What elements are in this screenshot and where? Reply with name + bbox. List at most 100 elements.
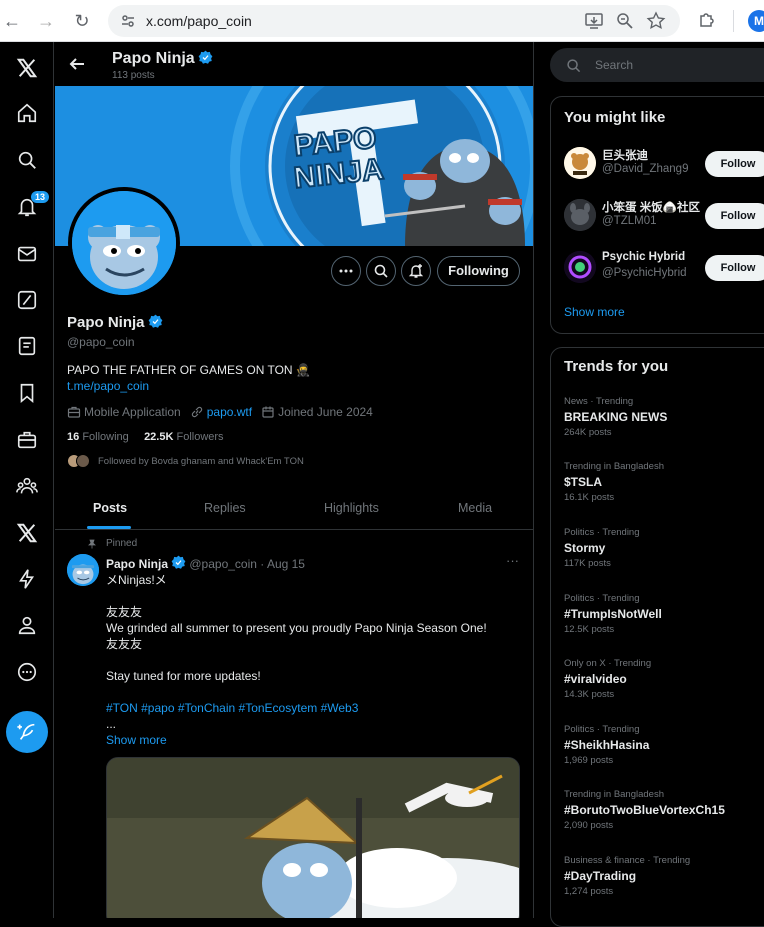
profile-icon[interactable] — [11, 609, 43, 641]
post-date[interactable]: · Aug 15 — [260, 557, 305, 571]
bell-plus-icon — [408, 264, 424, 278]
tab-replies[interactable]: Replies — [204, 501, 246, 515]
trend-item[interactable]: Politics · Trending #TrumpIsNotWell 12.5… — [564, 593, 764, 635]
trend-count: 264K posts — [564, 427, 612, 438]
profile-bio-link[interactable]: t.me/papo_coin — [67, 379, 149, 393]
psychic-avatar-image — [564, 251, 596, 283]
profile-stats: 16 Following 22.5K Followers — [67, 431, 224, 443]
link-icon — [191, 406, 202, 418]
post-hashtags[interactable]: #TON #papo #TonChain #TonEcosytem #Web3 — [106, 700, 521, 716]
forward-arrow-icon[interactable]: → — [34, 9, 58, 33]
trend-context: News · Trending — [564, 396, 634, 407]
bookmarks-icon[interactable] — [11, 377, 43, 409]
follow-button[interactable]: Follow — [705, 203, 764, 229]
install-app-icon[interactable] — [584, 11, 604, 31]
post-more-icon[interactable]: ··· — [506, 553, 519, 568]
more-icon[interactable] — [11, 656, 43, 688]
follow-button[interactable]: Follow — [705, 151, 764, 177]
trend-name: $TSLA — [564, 475, 603, 489]
trend-item[interactable]: Politics · Trending #SheikhHasina 1,969 … — [564, 724, 764, 766]
notify-toggle-button[interactable] — [401, 256, 431, 286]
post-line: メNinjas!メ — [106, 573, 167, 587]
trend-item[interactable]: Trending in Bangladesh $TSLA 16.1K posts… — [564, 461, 764, 503]
suggested-user[interactable]: Psychic Hybrid @PsychicHybrid Follow — [564, 247, 764, 287]
trend-count: 14.3K posts — [564, 689, 615, 700]
jobs-icon[interactable] — [11, 424, 43, 456]
followers-link[interactable]: 22.5K Followers — [144, 431, 224, 443]
following-link[interactable]: 16 Following — [67, 431, 129, 443]
post-ellipsis: ... — [106, 717, 117, 731]
suggested-user[interactable]: 巨头张迪 @David_Zhang9 Follow — [564, 143, 764, 183]
x-logo-icon[interactable] — [11, 52, 43, 84]
trend-count: 1,274 posts — [564, 886, 614, 897]
follow-button[interactable]: Follow — [705, 255, 764, 281]
suggested-user[interactable]: 小笨蛋 米饭🍙社区 @TZLM01 Follow — [564, 195, 764, 235]
address-bar[interactable]: x.com/papo_coin — [108, 5, 680, 37]
more-dots-icon — [339, 269, 353, 273]
trend-count: 117K posts — [564, 558, 611, 569]
post-author-avatar[interactable] — [67, 554, 99, 586]
zoom-icon[interactable] — [615, 11, 635, 31]
verified-badge-icon — [148, 314, 162, 328]
post-author-handle[interactable]: @papo_coin — [189, 557, 257, 571]
post-author-name[interactable]: Papo Ninja — [106, 557, 168, 571]
active-tab-indicator — [87, 526, 131, 529]
verified-orgs-icon[interactable] — [11, 563, 43, 595]
profile-handle: @papo_coin — [67, 335, 135, 349]
trend-item[interactable]: Only on X · Trending #viralvideo 14.3K p… — [564, 658, 764, 700]
trend-name: #TrumpIsNotWell — [564, 607, 662, 621]
user-name: Psychic Hybrid — [602, 251, 686, 263]
tab-highlights[interactable]: Highlights — [324, 501, 379, 515]
post-header: Papo Ninja @papo_coin · Aug 15 — [106, 555, 305, 571]
messages-icon[interactable] — [11, 238, 43, 270]
user-handle: @David_Zhang9 — [602, 163, 689, 175]
verified-badge-icon — [198, 50, 213, 64]
profile-avatar[interactable] — [68, 187, 180, 299]
browser-toolbar: ← → ↻ x.com/papo_coin M — [0, 0, 764, 42]
bookmark-star-icon[interactable] — [646, 11, 666, 31]
profile-joined-date: Joined June 2024 — [261, 405, 373, 419]
back-arrow-icon[interactable] — [67, 54, 87, 74]
home-icon[interactable] — [11, 97, 43, 129]
show-more-suggestions[interactable]: Show more — [564, 305, 625, 319]
profile-header-bar: Papo Ninja 113 posts — [55, 42, 533, 86]
more-options-button[interactable] — [331, 256, 361, 286]
extensions-icon[interactable] — [697, 10, 717, 30]
trend-name: #SheikhHasina — [564, 738, 650, 752]
tab-posts[interactable]: Posts — [93, 501, 127, 515]
back-arrow-icon[interactable]: ← — [0, 9, 24, 33]
search-input[interactable]: Search — [550, 48, 764, 82]
compose-post-button[interactable] — [6, 711, 48, 753]
post-line — [106, 684, 521, 700]
grok-icon[interactable] — [11, 284, 43, 316]
reload-icon[interactable]: ↻ — [70, 9, 94, 33]
trend-item[interactable]: News · Trending BREAKING NEWS 264K posts… — [564, 396, 764, 438]
tab-media[interactable]: Media — [458, 501, 492, 515]
post-media-image[interactable] — [106, 757, 520, 918]
user-avatar — [564, 199, 596, 231]
site-settings-icon[interactable] — [120, 13, 136, 29]
trend-item[interactable]: Trending in Bangladesh #BorutoTwoBlueVor… — [564, 789, 764, 831]
profile-name: Papo Ninja — [67, 314, 163, 331]
notifications-icon[interactable]: 13 — [11, 191, 50, 223]
lists-icon[interactable] — [11, 330, 43, 362]
profile-tabs: Posts Replies Highlights Media — [55, 490, 533, 530]
user-name: 巨头张迪 — [602, 150, 648, 162]
post-line: Stay tuned for more updates! — [106, 669, 261, 683]
briefcase-icon — [67, 406, 81, 418]
you-might-like-title: You might like — [564, 109, 666, 126]
post-show-more[interactable]: Show more — [106, 732, 521, 748]
profile-website[interactable]: papo.wtf — [190, 405, 252, 419]
following-button[interactable]: Following — [437, 256, 520, 286]
trend-count: 1,969 posts — [564, 755, 614, 766]
trend-count: 12.5K posts — [564, 624, 615, 635]
premium-icon[interactable] — [11, 517, 43, 549]
search-profile-button[interactable] — [366, 256, 396, 286]
browser-profile-avatar[interactable]: M — [748, 10, 764, 32]
post-line — [106, 652, 521, 668]
trend-item[interactable]: Business & finance · Trending #DayTradin… — [564, 855, 764, 897]
followed-by[interactable]: Followed by Bovda ghanam and Whack'Em TO… — [67, 454, 304, 468]
search-icon[interactable] — [11, 144, 43, 176]
trend-item[interactable]: Politics · Trending Stormy 117K posts ·· — [564, 527, 764, 569]
communities-icon[interactable] — [11, 470, 43, 502]
